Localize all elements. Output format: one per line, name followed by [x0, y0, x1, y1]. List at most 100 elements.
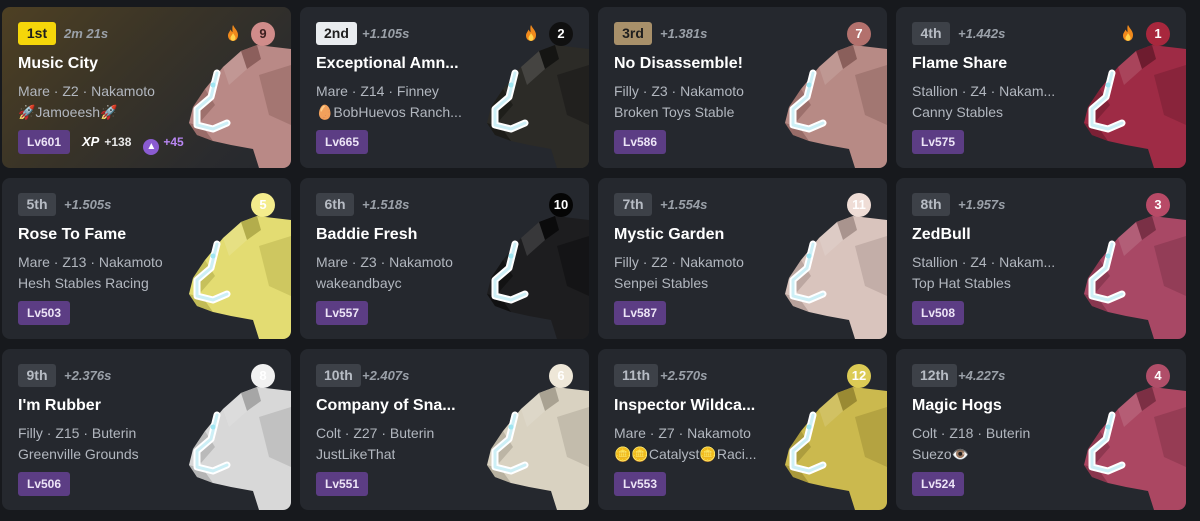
finish-position-badge: 12th [912, 364, 957, 387]
race-results-grid: 1st 2m 21s 9 Music City Mare · Z2 · Naka… [2, 7, 1186, 510]
horse-portrait [1078, 387, 1186, 510]
gate-number-badge: 2 [549, 22, 573, 46]
gate-number-badge: 6 [549, 364, 573, 388]
stable-name: Suezo👁️ [912, 446, 970, 462]
stable-name: Canny Stables [912, 104, 1004, 120]
horse-details: Mare · Z13 · Nakamoto [18, 254, 163, 270]
level-badge: Lv587 [614, 301, 667, 325]
horse-details: Stallion · Z4 · Nakam... [912, 83, 1056, 99]
stable-name: wakeandbayc [316, 275, 402, 291]
gate-number-badge: 8 [251, 364, 275, 388]
level-badge: Lv665 [316, 130, 369, 154]
stable-name: 🥚BobHuevos Ranch... [316, 104, 462, 120]
horse-result-card[interactable]: 5th +1.505s 5 Rose To Fame Mare · Z13 · … [2, 178, 291, 339]
horse-name: Mystic Garden [614, 226, 725, 243]
finish-position-badge: 7th [614, 193, 652, 216]
flame-icon [1120, 24, 1136, 42]
horse-name: Exceptional Amn... [316, 55, 459, 72]
horse-name: Baddie Fresh [316, 226, 418, 243]
horse-portrait [779, 216, 887, 339]
horse-portrait [779, 45, 887, 168]
gate-number-badge: 12 [847, 364, 871, 388]
horse-name: ZedBull [912, 226, 971, 243]
stable-name: Broken Toys Stable [614, 104, 735, 120]
horse-details: Mare · Z3 · Nakamoto [316, 254, 453, 270]
level-badge: Lv575 [912, 130, 965, 154]
level-badge: Lv601 [18, 130, 71, 154]
horse-result-card[interactable]: 3rd +1.381s 7 No Disassemble! Filly · Z3… [598, 7, 887, 168]
stable-name: Senpei Stables [614, 275, 709, 291]
horse-details: Filly · Z15 · Buterin [18, 425, 137, 441]
horse-name: Magic Hogs [912, 397, 1002, 414]
horse-result-card[interactable]: 1st 2m 21s 9 Music City Mare · Z2 · Naka… [2, 7, 291, 168]
finish-time-gap: +4.227s [958, 368, 1006, 383]
gate-number-badge: 4 [1146, 364, 1170, 388]
horse-details: Filly · Z2 · Nakamoto [614, 254, 744, 270]
finish-time-gap: +1.442s [958, 26, 1006, 41]
finish-position-badge: 8th [912, 193, 950, 216]
horse-name: Music City [18, 55, 99, 72]
finish-position-badge: 2nd [316, 22, 357, 45]
horse-details: Colt · Z27 · Buterin [316, 425, 435, 441]
horse-details: Colt · Z18 · Buterin [912, 425, 1031, 441]
flame-icon [225, 24, 241, 42]
stable-name: Top Hat Stables [912, 275, 1011, 291]
finish-time-gap: +1.518s [362, 197, 410, 212]
horse-result-card[interactable]: 11th +2.570s 12 Inspector Wildca... Mare… [598, 349, 887, 510]
finish-position-badge: 1st [18, 22, 56, 45]
horse-result-card[interactable]: 12th +4.227s 4 Magic Hogs Colt · Z18 · B… [896, 349, 1186, 510]
level-badge: Lv508 [912, 301, 965, 325]
finish-time-gap: +1.505s [64, 197, 112, 212]
horse-name: Company of Sna... [316, 397, 456, 414]
finish-time-gap: +1.957s [958, 197, 1006, 212]
finish-position-badge: 4th [912, 22, 950, 45]
horse-name: I'm Rubber [18, 397, 101, 414]
horse-details: Mare · Z2 · Nakamoto [18, 83, 155, 99]
rewards-row: XP +138 ▲ +45 [82, 134, 184, 155]
stable-name: Greenville Grounds [18, 446, 139, 462]
horse-result-card[interactable]: 6th +1.518s 10 Baddie Fresh Mare · Z3 · … [300, 178, 589, 339]
finish-time-gap: +2.570s [660, 368, 708, 383]
horse-portrait [481, 216, 589, 339]
xp-reward-value: +138 [104, 135, 132, 149]
gate-number-badge: 1 [1146, 22, 1170, 46]
gate-number-badge: 3 [1146, 193, 1170, 217]
finish-position-badge: 6th [316, 193, 354, 216]
level-badge: Lv553 [614, 472, 667, 496]
level-badge: Lv586 [614, 130, 667, 154]
horse-result-card[interactable]: 9th +2.376s 8 I'm Rubber Filly · Z15 · B… [2, 349, 291, 510]
horse-name: Rose To Fame [18, 226, 127, 243]
horse-result-card[interactable]: 8th +1.957s 3 ZedBull Stallion · Z4 · Na… [896, 178, 1186, 339]
gate-number-badge: 7 [847, 22, 871, 46]
horse-name: Flame Share [912, 55, 1008, 72]
level-badge: Lv524 [912, 472, 965, 496]
horse-result-card[interactable]: 2nd +1.105s 2 Exceptional Amn... Mare · … [300, 7, 589, 168]
horse-portrait [779, 387, 887, 510]
xp-label: XP [82, 134, 100, 149]
stable-name: JustLikeThat [316, 446, 396, 462]
finish-position-badge: 3rd [614, 22, 652, 45]
horse-portrait [183, 216, 291, 339]
horse-result-card[interactable]: 7th +1.554s 11 Mystic Garden Filly · Z2 … [598, 178, 887, 339]
stable-name: Hesh Stables Racing [18, 275, 149, 291]
horse-portrait [183, 45, 291, 168]
finish-position-badge: 10th [316, 364, 361, 387]
finish-time-gap: +2.376s [64, 368, 112, 383]
ambrosia-reward-value: +45 [163, 135, 184, 149]
horse-details: Mare · Z14 · Finney [316, 83, 439, 99]
horse-result-card[interactable]: 10th +2.407s 6 Company of Sna... Colt · … [300, 349, 589, 510]
gate-number-badge: 5 [251, 193, 275, 217]
finish-time-gap: 2m 21s [64, 26, 109, 41]
flame-icon [523, 24, 539, 42]
finish-time-gap: +2.407s [362, 368, 410, 383]
horse-details: Mare · Z7 · Nakamoto [614, 425, 751, 441]
stable-name: 🚀Jamoeesh🚀 [18, 104, 118, 120]
finish-time-gap: +1.554s [660, 197, 708, 212]
horse-details: Filly · Z3 · Nakamoto [614, 83, 744, 99]
horse-portrait [183, 387, 291, 510]
finish-position-badge: 9th [18, 364, 56, 387]
horse-details: Stallion · Z4 · Nakam... [912, 254, 1056, 270]
horse-result-card[interactable]: 4th +1.442s 1 Flame Share Stallion · Z4 … [896, 7, 1186, 168]
horse-portrait [1078, 45, 1186, 168]
gate-number-badge: 9 [251, 22, 275, 46]
